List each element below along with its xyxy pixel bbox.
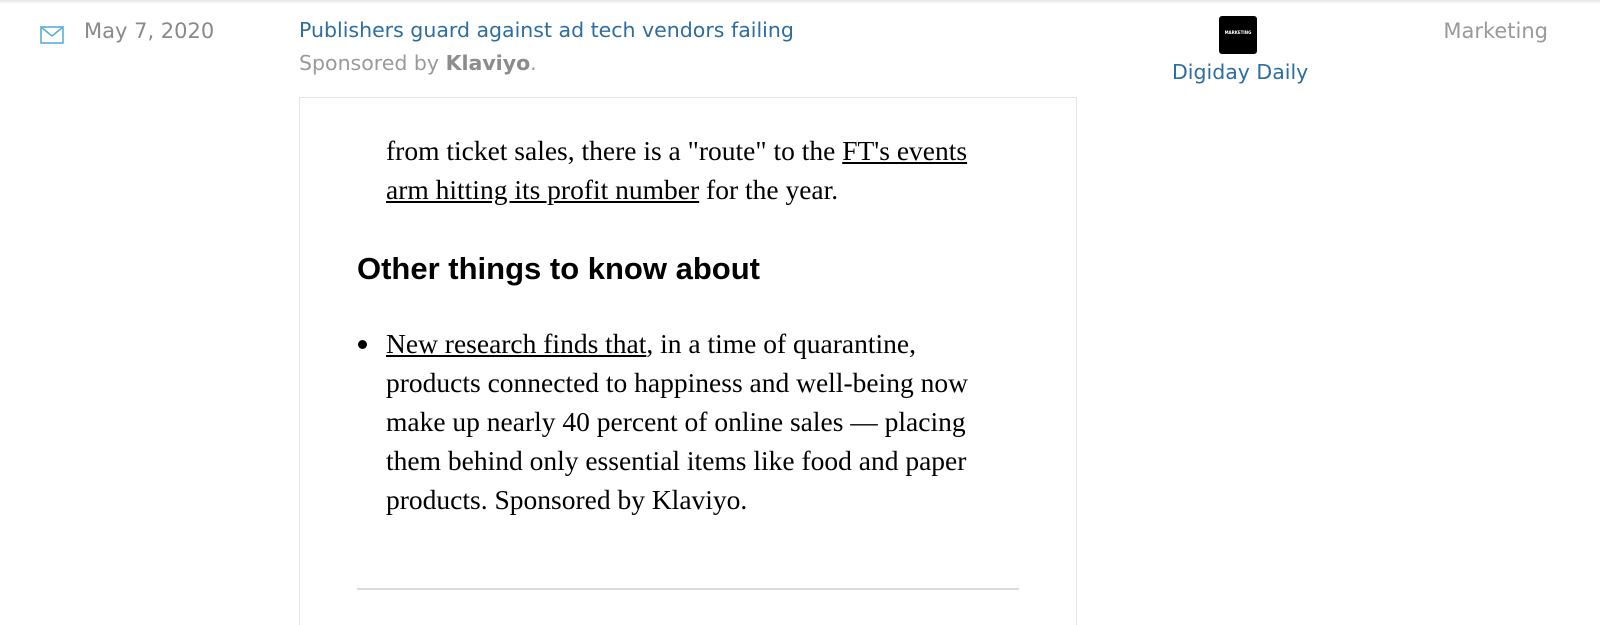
- email-date: May 7, 2020: [84, 19, 215, 43]
- publisher-logo-text: MARKETING: [1224, 30, 1252, 35]
- sponsor-line: Sponsored by Klaviyo.: [299, 51, 537, 75]
- divider: [357, 588, 1019, 590]
- sponsor-suffix: .: [530, 51, 537, 75]
- sponsor-prefix: Sponsored by: [299, 51, 446, 75]
- research-link[interactable]: New research finds that: [386, 328, 646, 359]
- paragraph-text-before: from ticket sales, there is a "route" to…: [386, 135, 843, 166]
- paragraph-text-after: for the year.: [699, 174, 839, 205]
- publisher-name-link[interactable]: Digiday Daily: [1172, 60, 1308, 84]
- top-shadow: [0, 0, 1600, 4]
- envelope-icon[interactable]: [40, 25, 64, 45]
- publisher-logo[interactable]: MARKETING: [1219, 16, 1257, 54]
- preview-paragraph: from ticket sales, there is a "route" to…: [386, 131, 1011, 209]
- section-heading: Other things to know about: [357, 251, 760, 286]
- email-preview-card: from ticket sales, there is a "route" to…: [299, 97, 1077, 625]
- bullet-item: New research finds that, in a time of qu…: [386, 324, 1011, 519]
- email-headline-link[interactable]: Publishers guard against ad tech vendors…: [299, 18, 794, 42]
- category-label[interactable]: Marketing: [1443, 19, 1548, 43]
- bullet-marker: [358, 340, 367, 349]
- sponsor-name: Klaviyo: [445, 51, 531, 75]
